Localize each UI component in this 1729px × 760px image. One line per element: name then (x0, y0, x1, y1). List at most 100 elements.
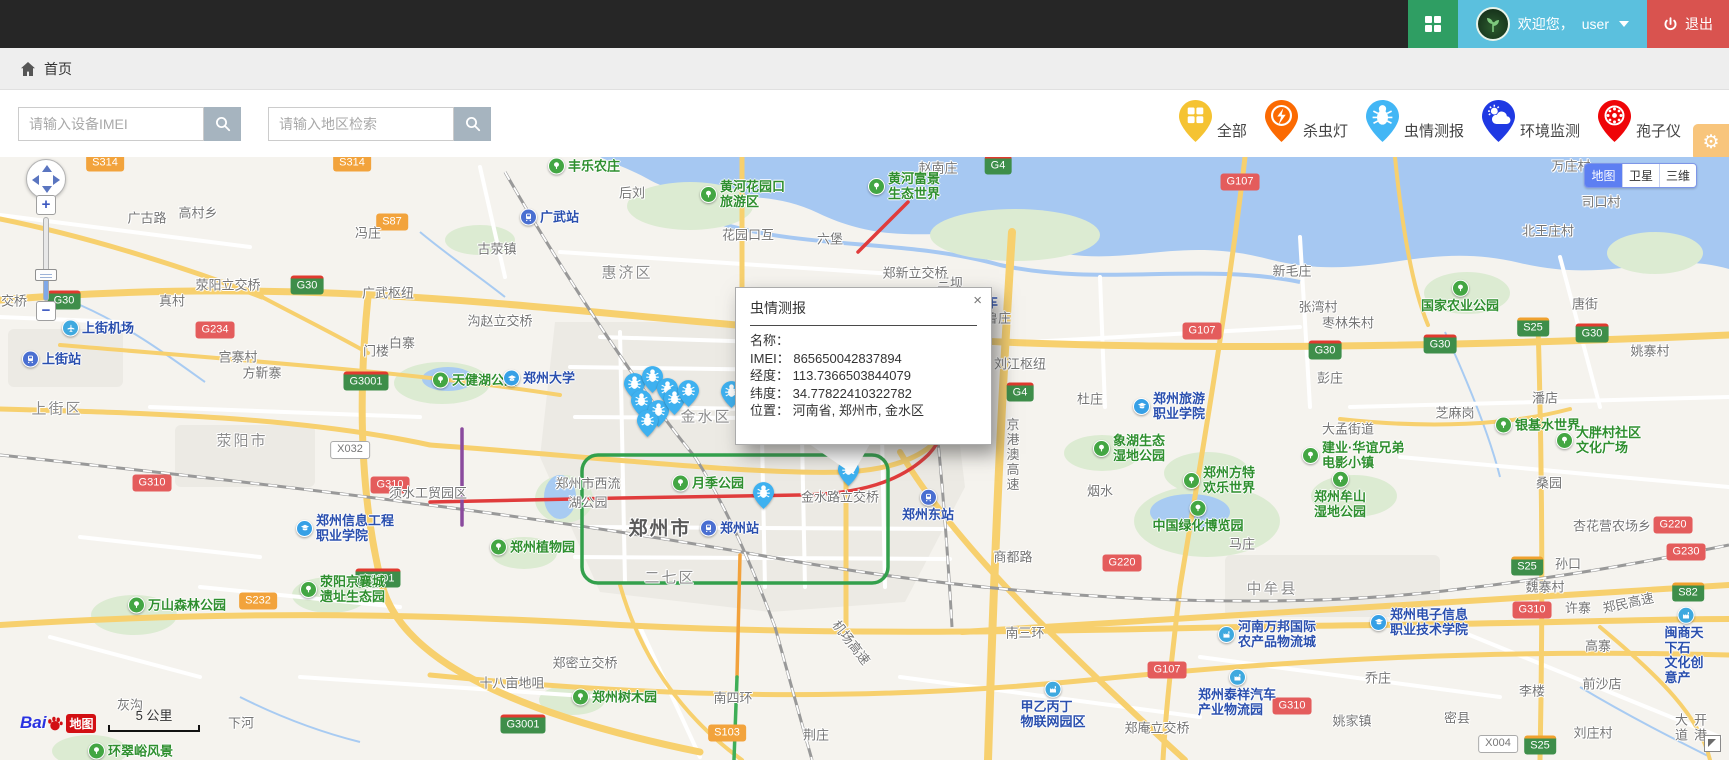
info-window: × 虫情测报 名称：IMEI： 865650042837894经度： 113.7… (735, 287, 992, 445)
filter-item-spore[interactable]: 孢子仪 (1598, 100, 1681, 147)
map-label: 冯庄 (355, 223, 381, 242)
map-label: 门楼 (363, 341, 389, 360)
road-shield: S314 (86, 157, 124, 172)
logout-button[interactable]: 退出 (1647, 0, 1729, 48)
road-shield: G230 (1667, 544, 1706, 561)
road-shield: G30 (1309, 341, 1342, 360)
baidu-logo-map-text: 地图 (66, 714, 96, 733)
poi-factory: 郑州泰祥汽车产业物流园 (1198, 669, 1276, 717)
school-icon (296, 520, 313, 537)
map-label: 荆庄 (803, 725, 829, 744)
road-shield: G107 (1148, 662, 1187, 679)
poi-park: 郑州植物园 (490, 539, 575, 556)
school-icon (1370, 614, 1387, 631)
road-shield: G4 (985, 157, 1012, 175)
poi-school: 郑州大学 (503, 370, 575, 387)
map-label: 枣林朱村 (1322, 313, 1374, 332)
region-search-group (268, 107, 491, 141)
device-marker[interactable] (678, 380, 699, 412)
map-label: 郑民高速 (1601, 587, 1656, 616)
baidu-logo: Bai 地图 (20, 713, 96, 733)
poi-rail: 郑州东站 (902, 489, 954, 522)
school-icon (503, 370, 520, 387)
road-shield: G310 (1273, 698, 1312, 715)
filter-item-bolt[interactable]: 杀虫灯 (1265, 100, 1348, 147)
map-label: 高寨 (1585, 636, 1611, 655)
map-label: 下河 (228, 713, 254, 732)
tree-icon (1556, 432, 1573, 449)
poi-park: 象湖生态湿地公园 (1093, 433, 1165, 463)
map-label: 沟赵立交桥 (467, 311, 532, 330)
poi-park: 荥阳京襄城遗址生态园 (300, 574, 385, 604)
map-label: 赵南庄 (918, 158, 957, 177)
tree-icon (88, 743, 105, 760)
pan-right-icon[interactable] (53, 175, 60, 185)
map-label: 灰沟 (117, 695, 143, 714)
info-window-rows: 名称：IMEI： 865650042837894经度： 113.73665038… (750, 332, 977, 420)
map-type-卫星[interactable]: 卫星 (1622, 164, 1659, 187)
map-label: 广武枢纽 (362, 283, 414, 302)
pan-down-icon[interactable] (42, 186, 52, 193)
poi-park: 万山森林公园 (128, 597, 226, 614)
pan-left-icon[interactable] (32, 175, 39, 185)
map-label: 后刘 (619, 183, 645, 202)
map-label: 二七区 (644, 567, 695, 588)
apps-grid-button[interactable] (1408, 0, 1458, 48)
filter-item-weather[interactable]: 环境监测 (1482, 100, 1580, 147)
search-icon (215, 116, 231, 132)
device-marker[interactable] (637, 410, 658, 442)
map-label: 杏花营农场乡 (1573, 516, 1651, 535)
map-label: 许寨 (1565, 598, 1591, 617)
power-icon (1663, 17, 1678, 32)
map-type-switcher: 地图卫星三维 (1584, 163, 1697, 188)
tree-icon (700, 186, 717, 203)
tree-icon (300, 581, 317, 598)
map-type-三维[interactable]: 三维 (1659, 164, 1696, 187)
overview-map-toggle[interactable] (1704, 735, 1721, 752)
tree-icon (1183, 472, 1200, 489)
device-marker[interactable] (753, 482, 774, 514)
filter-item-bug[interactable]: 虫情测报 (1366, 100, 1464, 147)
zoom-slider-track[interactable] (43, 217, 49, 301)
map-label: 唐街 (1572, 294, 1598, 313)
region-search-button[interactable] (454, 107, 491, 141)
factory-icon (1218, 626, 1235, 643)
imei-search-button[interactable] (204, 107, 241, 141)
settings-button[interactable]: ⚙ (1693, 124, 1729, 161)
imei-search-input[interactable] (18, 107, 204, 141)
map-label: 郑庵立交桥 (1124, 718, 1189, 737)
tree-icon (672, 475, 689, 492)
map-pan-control[interactable] (26, 159, 66, 199)
map-type-地图[interactable]: 地图 (1585, 164, 1622, 187)
poi-park: 丰乐农庄 (548, 158, 620, 175)
baidu-logo-text: Bai (20, 713, 46, 733)
zoom-slider-handle[interactable] (35, 269, 57, 281)
info-window-title: 虫情测报 (750, 298, 977, 325)
map-canvas[interactable]: G30G30G30G30G30G4G4G3001G3001G3001S25S25… (0, 157, 1729, 760)
poi-park: 黄河富景生态世界 (868, 171, 940, 201)
poi-park: 银基水世界 (1495, 417, 1580, 434)
tree-icon (1495, 417, 1512, 434)
poi-factory: 河南万邦国际农产品物流城 (1218, 619, 1316, 649)
map-label: 前沙店 (1582, 674, 1621, 693)
road-shield: G30 (1424, 335, 1457, 354)
baidu-paw-icon (46, 714, 64, 732)
pan-up-icon[interactable] (42, 165, 52, 172)
zoom-in-button[interactable]: + (36, 195, 56, 215)
user-menu[interactable]: 欢迎您， user (1458, 0, 1647, 48)
map-label: 芝麻岗 (1435, 403, 1474, 422)
map-label: 杜庄 (1077, 389, 1103, 408)
region-search-input[interactable] (268, 107, 454, 141)
rail-icon (919, 489, 936, 506)
gear-icon: ⚙ (1702, 132, 1719, 153)
road-shield: S25 (1517, 318, 1549, 337)
zoom-out-button[interactable]: − (36, 301, 56, 321)
road-shield: G30 (291, 276, 324, 295)
map-label: 京港澳高速 (1003, 418, 1022, 493)
poi-park: 中国绿化博览园 (1152, 500, 1243, 533)
filter-item-grid[interactable]: 全部 (1179, 100, 1247, 147)
close-icon[interactable]: × (973, 294, 982, 308)
map-label: 北王庄村 (1522, 221, 1574, 240)
road-shield: S25 (1524, 736, 1556, 755)
breadcrumb-home[interactable]: 首页 (44, 59, 72, 79)
